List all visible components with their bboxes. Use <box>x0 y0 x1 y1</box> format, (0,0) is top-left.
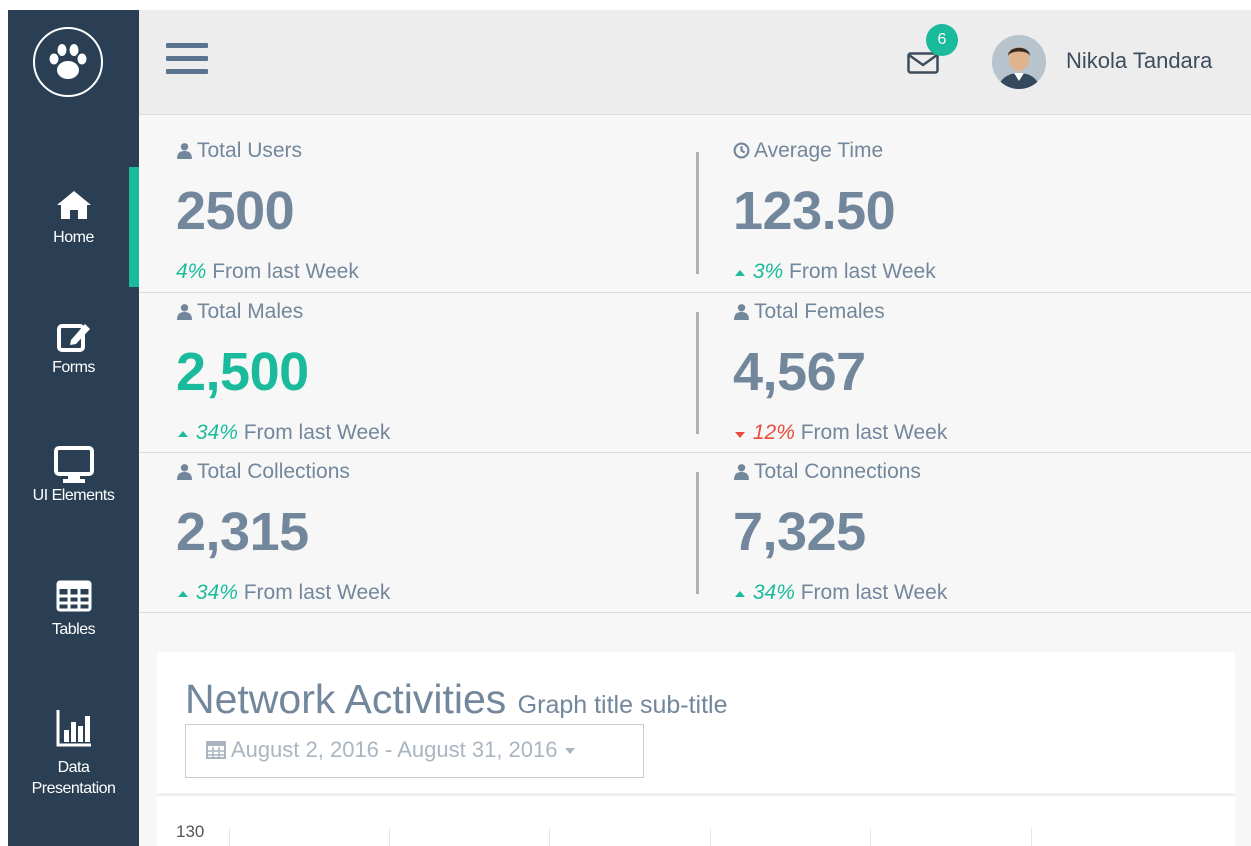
clock-icon <box>733 141 750 165</box>
calendar-icon <box>206 737 226 762</box>
panel-subtitle: Graph title sub-title <box>517 691 728 719</box>
menu-toggle-icon[interactable] <box>166 43 208 79</box>
caret-up-icon <box>176 581 190 604</box>
desktop-icon <box>8 446 139 483</box>
stat-title: Total Males <box>176 300 303 326</box>
stat-change-pct: 34% <box>752 581 795 604</box>
envelope-icon[interactable] <box>907 52 939 79</box>
mail-count-badge: 6 <box>926 24 958 56</box>
sidebar-item-ui-elements[interactable]: UI Elements <box>8 446 139 509</box>
chart-grid-line <box>229 828 230 846</box>
user-icon <box>176 302 193 326</box>
user-icon <box>733 462 750 486</box>
stat-change-text: From last Week <box>800 581 948 604</box>
sidebar: Home Forms UI Elements Tables Data Prese… <box>8 10 139 846</box>
home-icon <box>8 188 139 224</box>
stat-title: Total Females <box>733 300 885 326</box>
stat-title: Total Collections <box>176 460 350 486</box>
sidebar-item-label-line2: Presentation <box>31 780 116 797</box>
top-navbar: 6 Nikola Tandara <box>139 10 1251 115</box>
user-name[interactable]: Nikola Tandara <box>1066 48 1212 74</box>
chart-grid-line <box>710 828 711 846</box>
avatar[interactable] <box>992 35 1046 89</box>
chart-grid-line <box>389 828 390 846</box>
stat-title: Total Connections <box>733 460 921 486</box>
stat-total-users: Total Users 2500 4% From last Week <box>139 115 659 283</box>
row-divider <box>139 612 1251 613</box>
sidebar-item-label: UI Elements <box>32 487 115 504</box>
stat-title-text: Total Females <box>754 300 885 323</box>
date-range-picker[interactable]: August 2, 2016 - August 31, 2016 <box>185 724 644 778</box>
sidebar-item-home[interactable]: Home <box>8 188 139 251</box>
sidebar-item-label: Data <box>57 759 90 776</box>
y-axis-tick-label: 130 <box>176 822 205 841</box>
user-icon <box>176 462 193 486</box>
stat-title-text: Total Males <box>197 300 304 323</box>
sidebar-item-label: Tables <box>51 621 96 638</box>
stat-average-time: Average Time 123.50 3% From last Week <box>696 115 1216 283</box>
network-activities-panel: Network Activities Graph title sub-title… <box>157 652 1235 846</box>
stat-value: 4,567 <box>733 342 866 402</box>
caret-up-icon <box>733 581 747 604</box>
paw-logo-icon[interactable] <box>33 27 103 97</box>
stat-title-text: Total Collections <box>197 460 350 483</box>
panel-separator <box>157 793 1235 796</box>
stat-value: 123.50 <box>733 181 896 241</box>
stat-total-males: Total Males 2,500 34% From last Week <box>139 276 659 444</box>
stat-change: 34% From last Week <box>176 581 390 605</box>
chart-grid-line <box>870 828 871 846</box>
sidebar-item-label: Home <box>53 229 94 246</box>
stat-value: 2500 <box>176 181 295 241</box>
sidebar-item-data-presentation[interactable]: Data Presentation <box>8 708 139 798</box>
stat-change-text: From last Week <box>243 581 391 604</box>
chart-grid-line <box>549 828 550 846</box>
edit-icon <box>8 318 139 354</box>
stat-total-collections: Total Collections 2,315 34% From last We… <box>139 436 659 604</box>
table-icon <box>8 580 139 616</box>
stat-value: 7,325 <box>733 502 866 562</box>
stat-value: 2,315 <box>176 502 309 562</box>
date-range-text: August 2, 2016 - August 31, 2016 <box>230 737 558 762</box>
stat-total-females: Total Females 4,567 12% From last Week <box>696 276 1216 444</box>
stat-change-pct: 34% <box>195 581 238 604</box>
user-icon <box>176 141 193 165</box>
chart-grid-line <box>1031 828 1032 846</box>
stat-value: 2,500 <box>176 342 309 402</box>
sidebar-item-label: Forms <box>52 359 95 376</box>
stat-title-text: Total Connections <box>754 460 921 483</box>
panel-title: Network Activities Graph title sub-title <box>185 676 728 723</box>
user-icon <box>733 302 750 326</box>
stat-title: Total Users <box>176 139 302 165</box>
stat-change: 34% From last Week <box>733 581 947 605</box>
sidebar-item-tables[interactable]: Tables <box>8 580 139 643</box>
bar-chart-icon <box>8 708 139 756</box>
stat-title-text: Total Users <box>197 139 303 162</box>
stat-title-text: Average Time <box>754 139 884 162</box>
stat-total-connections: Total Connections 7,325 34% From last We… <box>696 436 1216 604</box>
stat-title: Average Time <box>733 139 883 165</box>
caret-down-icon <box>564 737 576 762</box>
sidebar-item-forms[interactable]: Forms <box>8 318 139 381</box>
tile-stats: Total Users 2500 4% From last Week Avera… <box>139 115 1251 615</box>
panel-title-text: Network Activities <box>185 676 507 722</box>
